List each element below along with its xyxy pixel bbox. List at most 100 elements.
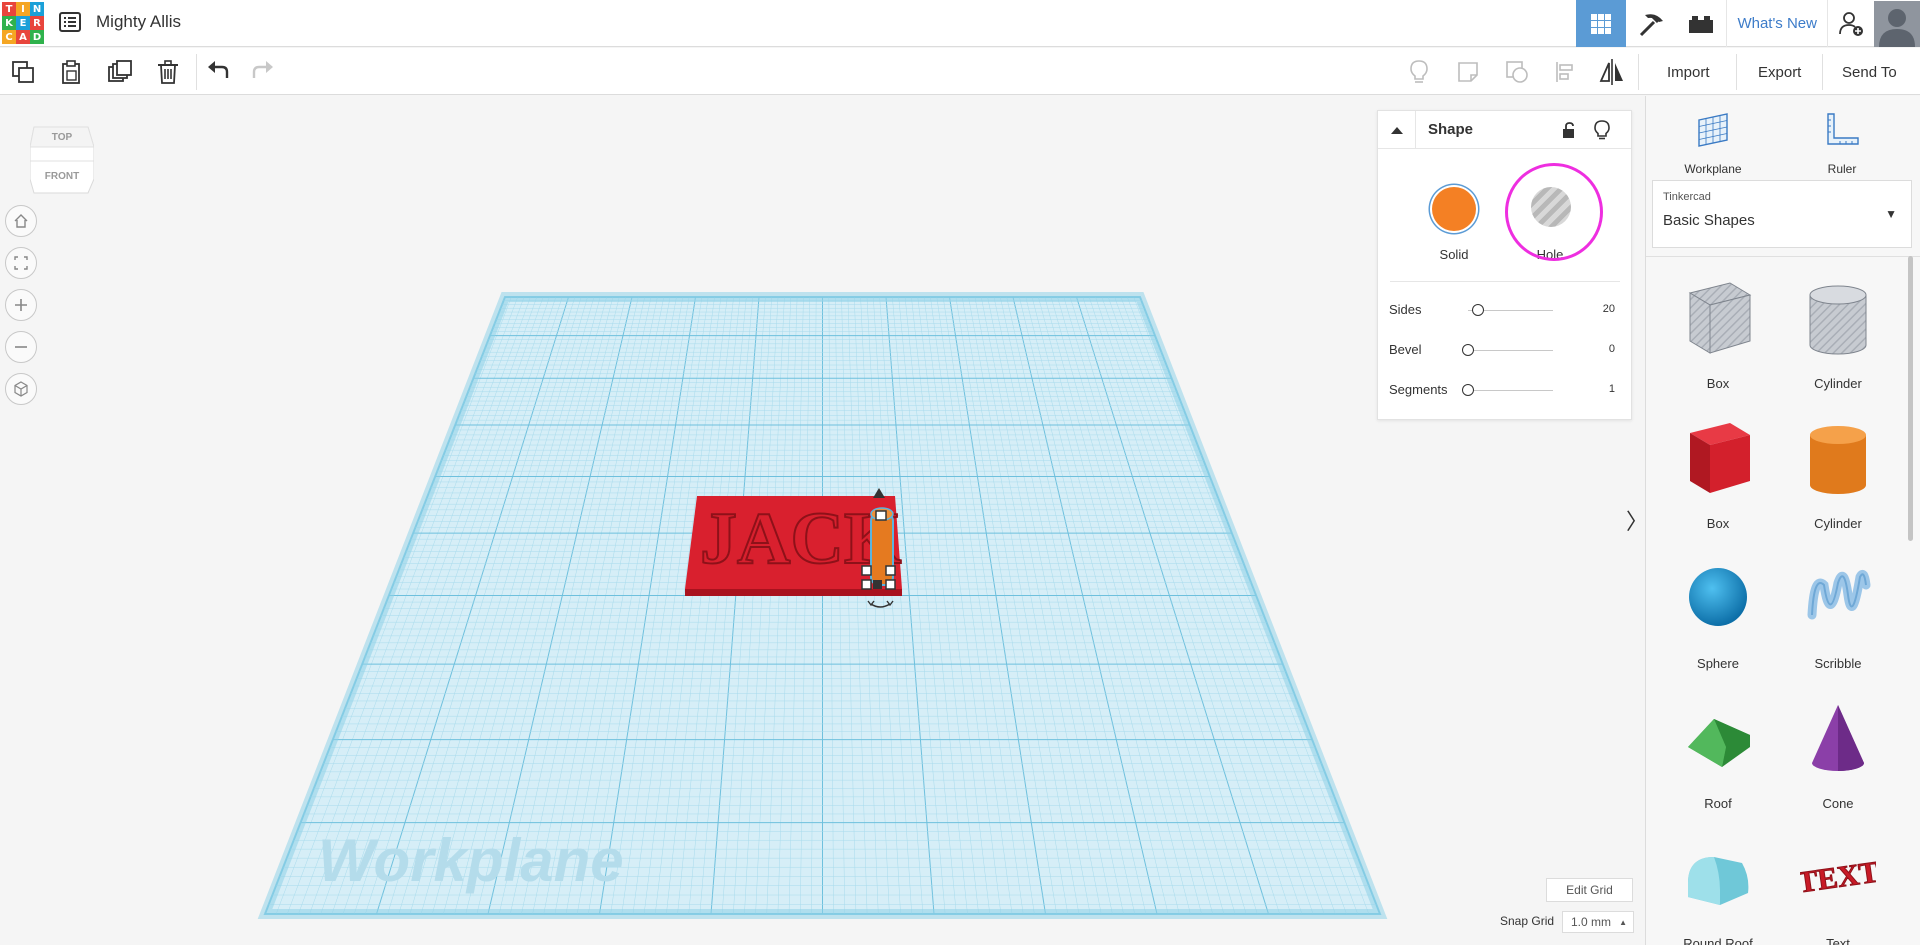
- viewcube-top-label[interactable]: TOP: [52, 132, 73, 143]
- shape-inspector: Shape Solid Hole Sides 20 Bevel 0 Segmen…: [1377, 110, 1632, 420]
- workplane-tool[interactable]: Workplane: [1668, 106, 1758, 176]
- caret-down-icon: ▼: [1885, 207, 1897, 221]
- snap-grid-label: Snap Grid: [1500, 914, 1555, 928]
- fit-view-icon[interactable]: [5, 247, 37, 279]
- hole-highlight-ring: [1505, 163, 1603, 261]
- caret-up-icon: ▲: [1619, 918, 1627, 927]
- inspector-header: Shape: [1378, 111, 1631, 149]
- segments-slider[interactable]: Segments 1: [1378, 379, 1631, 403]
- cylinder-hole-icon: [1809, 285, 1867, 355]
- align-icon[interactable]: [1550, 56, 1582, 88]
- box-red-icon: [1690, 423, 1750, 493]
- slider-thumb[interactable]: [1462, 344, 1474, 356]
- slider-track[interactable]: [1468, 390, 1553, 391]
- light-bulb-icon[interactable]: [1403, 56, 1435, 88]
- solid-color-swatch[interactable]: [1432, 187, 1476, 231]
- slider-value[interactable]: 0: [1609, 343, 1615, 355]
- solid-label[interactable]: Solid: [1424, 247, 1484, 262]
- shape-label: Cylinder: [1814, 376, 1862, 391]
- bevel-slider[interactable]: Bevel 0: [1378, 339, 1631, 363]
- shape-roof[interactable]: Roof: [1658, 689, 1778, 829]
- logo-letter: D: [30, 30, 44, 44]
- 3d-viewport[interactable]: Workplane JACK TOP FRONT Shape Solid Hol…: [0, 96, 1644, 945]
- logo-letter: K: [2, 16, 16, 30]
- slider-label: Segments: [1389, 382, 1448, 397]
- shape-label: Box: [1706, 376, 1730, 391]
- roof-icon: [1688, 719, 1750, 767]
- shape-cylinder[interactable]: Cylinder: [1778, 409, 1898, 549]
- light-bulb-icon[interactable]: [1593, 120, 1611, 140]
- add-user-icon[interactable]: [1828, 0, 1874, 47]
- slider-label: Bevel: [1389, 342, 1422, 357]
- shape-label: Box: [1706, 516, 1730, 531]
- home-icon[interactable]: [5, 205, 37, 237]
- whats-new-link[interactable]: What's New: [1726, 0, 1828, 47]
- tinkercad-logo[interactable]: T I N K E R C A D: [2, 2, 44, 44]
- panel-toggle-chevron-icon[interactable]: 〉: [1626, 500, 1644, 540]
- library-provider: Tinkercad: [1663, 191, 1711, 203]
- note-icon[interactable]: [1452, 56, 1484, 88]
- copy-icon[interactable]: [7, 56, 39, 88]
- shape-label: Cylinder: [1814, 516, 1862, 531]
- orthographic-icon[interactable]: [5, 373, 37, 405]
- slider-value[interactable]: 20: [1603, 303, 1615, 315]
- shapes-scrollbar[interactable]: [1908, 256, 1913, 541]
- slider-label: Sides: [1389, 302, 1422, 317]
- undo-icon[interactable]: [202, 56, 234, 88]
- toolbar-divider: [1736, 54, 1737, 90]
- import-button[interactable]: Import: [1650, 56, 1727, 88]
- duplicate-icon[interactable]: [104, 56, 136, 88]
- group-icon[interactable]: [1501, 56, 1533, 88]
- shape-scribble[interactable]: Scribble: [1778, 549, 1898, 689]
- slider-track[interactable]: [1468, 350, 1553, 351]
- shape-box-hole[interactable]: Box: [1658, 269, 1778, 409]
- toolbar-divider: [1638, 54, 1639, 90]
- inspector-divider: [1390, 281, 1620, 282]
- sphere-icon: [1689, 568, 1747, 626]
- slider-thumb[interactable]: [1462, 384, 1474, 396]
- lock-icon[interactable]: [1560, 121, 1578, 139]
- shape-text[interactable]: TEXT Text: [1778, 829, 1898, 945]
- text-icon: TEXT: [1800, 855, 1876, 900]
- slider-value[interactable]: 1: [1609, 383, 1615, 395]
- collapse-inspector-button[interactable]: [1378, 111, 1416, 149]
- shape-cylinder-hole[interactable]: Cylinder: [1778, 269, 1898, 409]
- delete-icon[interactable]: [152, 56, 184, 88]
- design-list-icon[interactable]: [58, 10, 82, 34]
- edit-grid-button[interactable]: Edit Grid: [1546, 878, 1633, 902]
- shape-library-select[interactable]: Tinkercad Basic Shapes ▼: [1652, 180, 1912, 248]
- snap-grid-value: 1.0 mm: [1571, 915, 1612, 929]
- design-title[interactable]: Mighty Allis: [96, 12, 181, 32]
- ruler-tool[interactable]: Ruler: [1797, 106, 1887, 176]
- sides-slider[interactable]: Sides 20: [1378, 299, 1631, 323]
- redo-icon[interactable]: [247, 56, 279, 88]
- zoom-in-icon[interactable]: [5, 289, 37, 321]
- slider-thumb[interactable]: [1472, 304, 1485, 316]
- viewcube-front-label[interactable]: FRONT: [45, 171, 79, 182]
- brick-icon[interactable]: [1676, 0, 1726, 47]
- zoom-out-icon[interactable]: [5, 331, 37, 363]
- cylinder-orange-icon: [1810, 426, 1866, 494]
- grid-view-icon[interactable]: [1576, 0, 1627, 47]
- logo-letter: R: [30, 16, 44, 30]
- shape-round-roof[interactable]: Round Roof: [1658, 829, 1778, 945]
- toolbar-divider: [1822, 54, 1823, 90]
- paste-icon[interactable]: [55, 56, 87, 88]
- avatar[interactable]: [1874, 0, 1920, 47]
- mirror-icon[interactable]: [1596, 56, 1628, 88]
- edit-toolbar: Import Export Send To: [0, 48, 1920, 95]
- ruler-label: Ruler: [1827, 162, 1857, 176]
- view-cube[interactable]: TOP FRONT: [29, 121, 95, 197]
- shape-label: Round Roof: [1683, 936, 1753, 945]
- snap-grid-select[interactable]: 1.0 mm ▲: [1562, 911, 1634, 933]
- shape-box[interactable]: Box: [1658, 409, 1778, 549]
- export-button[interactable]: Export: [1741, 56, 1818, 88]
- shape-cone[interactable]: Cone: [1778, 689, 1898, 829]
- shapes-panel: Workplane Ruler Tinkercad Basic Shapes ▼: [1645, 96, 1920, 945]
- shape-sphere[interactable]: Sphere: [1658, 549, 1778, 689]
- ruler-icon: [1827, 113, 1859, 145]
- top-bar: T I N K E R C A D Mighty Allis What's Ne…: [0, 0, 1920, 47]
- svg-text:TEXT: TEXT: [1800, 855, 1876, 899]
- send-to-button[interactable]: Send To: [1825, 56, 1914, 88]
- pickaxe-icon[interactable]: [1626, 0, 1676, 47]
